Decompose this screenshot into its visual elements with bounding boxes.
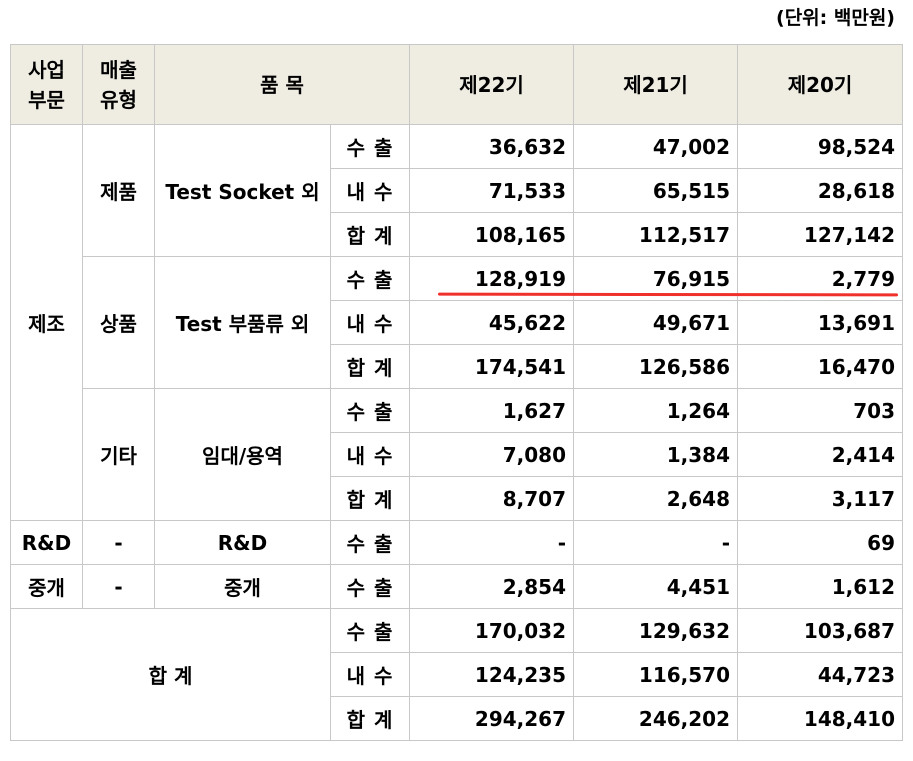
value-cell: 1,612: [737, 564, 904, 609]
value-cell: 129,632: [573, 608, 739, 653]
segment-cell: R&D: [10, 520, 83, 565]
type-cell: 제품: [82, 124, 155, 257]
value-cell: 49,671: [573, 300, 739, 345]
value-cell: 13,691: [737, 300, 904, 345]
value-cell: -: [573, 520, 739, 565]
table-row: 합 계 수 출 170,032 129,632 103,687: [10, 608, 904, 741]
item-cell: Test Socket 외: [154, 124, 331, 257]
header-period-22: 제22기: [409, 44, 575, 125]
header-sales-type: 매출 유형: [82, 44, 155, 125]
value-cell: 2,854: [409, 564, 575, 609]
value-cell: 103,687: [737, 608, 904, 653]
item-cell: 임대/용역: [154, 388, 331, 521]
kind-cell: 내 수: [329, 300, 411, 345]
value-cell: 7,080: [409, 432, 575, 477]
table-row: 기타 임대/용역 수 출 1,627 1,264 703: [11, 388, 904, 521]
segment-cell: 중개: [10, 564, 83, 609]
header-period-21: 제21기: [573, 44, 739, 125]
table-row: R&D - R&D 수 출 - - 69: [10, 520, 904, 565]
kind-cell: 내 수: [329, 652, 411, 697]
value-cell: 1,627: [409, 388, 575, 433]
item-cell: Test 부품류 외: [154, 256, 331, 389]
kind-cell: 합 계: [329, 476, 411, 521]
value-cell: 246,202: [573, 696, 739, 741]
value-cell: 2,414: [737, 432, 904, 477]
kind-cell: 합 계: [329, 212, 411, 257]
value-cell: 69: [737, 520, 904, 565]
value-cell: 98,524: [737, 124, 904, 169]
value-cell: 116,570: [573, 652, 739, 697]
item-cell: 중개: [154, 564, 331, 609]
type-cell: -: [82, 520, 155, 565]
kind-cell: 수 출: [329, 388, 411, 433]
header-period-20: 제20기: [737, 44, 904, 125]
kind-cell: 합 계: [329, 344, 411, 389]
header-row: 사업 부문 매출 유형 품 목 제22기 제21기 제20기: [10, 44, 904, 125]
kind-cell: 수 출: [329, 564, 411, 609]
value-cell: 124,235: [409, 652, 575, 697]
value-cell: 16,470: [737, 344, 904, 389]
item-cell: R&D: [154, 520, 331, 565]
kind-cell: 합 계: [329, 696, 411, 741]
value-cell: 108,165: [409, 212, 575, 257]
type-cell: 기타: [82, 388, 155, 521]
value-cell: 2,648: [573, 476, 739, 521]
kind-cell: 수 출: [329, 256, 411, 301]
value-cell: 47,002: [573, 124, 739, 169]
kind-cell: 내 수: [329, 168, 411, 213]
kind-cell: 내 수: [329, 432, 411, 477]
unit-note: (단위: 백만원): [776, 7, 895, 29]
value-cell: 174,541: [409, 344, 575, 389]
table-row: 중개 - 중개 수 출 2,854 4,451 1,612: [10, 564, 904, 609]
value-cell: 44,723: [737, 652, 904, 697]
value-cell: 1,264: [573, 388, 739, 433]
value-cell: 45,622: [409, 300, 575, 345]
kind-cell: 수 출: [329, 608, 411, 653]
value-cell: 294,267: [409, 696, 575, 741]
sales-table: 사업 부문 매출 유형 품 목 제22기 제21기 제20기 제조 제품 Test …: [10, 44, 904, 741]
total-label-cell: 합 계: [10, 608, 331, 741]
value-cell: -: [409, 520, 575, 565]
type-cell: 상품: [82, 256, 155, 389]
value-cell: 3,117: [737, 476, 904, 521]
type-cell: -: [82, 564, 155, 609]
table-row: 제조 제품 Test Socket 외 수 출 36,632 47,002 98…: [10, 124, 904, 521]
value-cell: 703: [737, 388, 904, 433]
kind-cell: 수 출: [329, 124, 411, 169]
value-cell: 8,707: [409, 476, 575, 521]
value-cell: 112,517: [573, 212, 739, 257]
header-item: 품 목: [153, 44, 411, 125]
value-cell: 127,142: [737, 212, 904, 257]
value-cell: 4,451: [573, 564, 739, 609]
value-cell: 36,632: [409, 124, 575, 169]
value-cell: 28,618: [737, 168, 904, 213]
value-cell: 1,384: [573, 432, 739, 477]
value-cell: 71,533: [409, 168, 575, 213]
value-cell: 148,410: [737, 696, 904, 741]
segment-cell: 제조: [10, 124, 83, 521]
value-cell: 65,515: [573, 168, 739, 213]
value-cell: 126,586: [573, 344, 739, 389]
kind-cell: 수 출: [329, 520, 411, 565]
header-segment: 사업 부문: [10, 44, 83, 125]
value-cell: 170,032: [409, 608, 575, 653]
